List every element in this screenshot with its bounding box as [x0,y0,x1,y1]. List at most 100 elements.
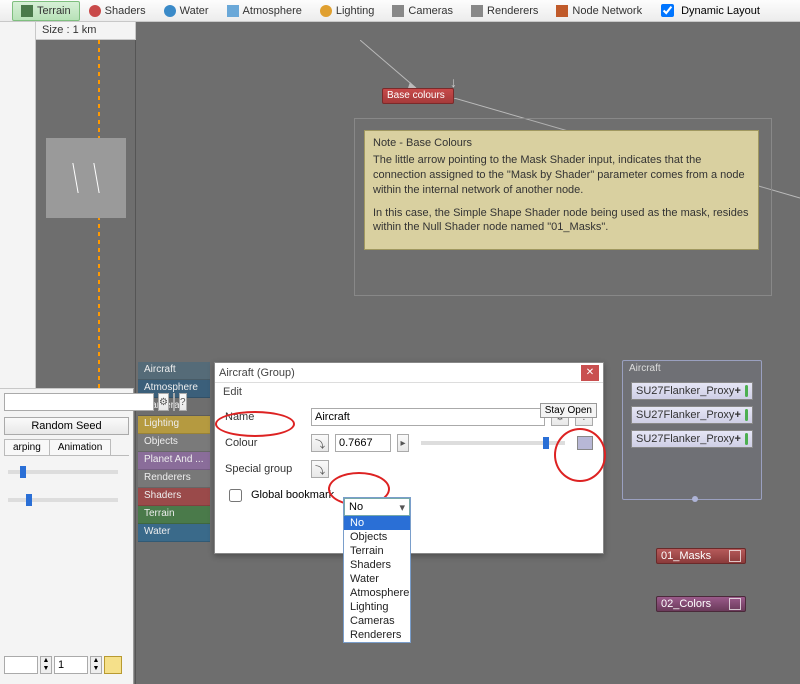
colour-slider-thumb[interactable] [543,437,549,449]
dialog-titlebar[interactable]: Aircraft (Group) ✕ [215,363,603,383]
node-output-port[interactable] [692,496,698,502]
toolbar-water[interactable]: Water [155,1,218,21]
expand-icon[interactable] [729,598,741,610]
global-bookmark-checkbox[interactable] [229,489,242,502]
bl-slider-1-thumb[interactable] [20,466,26,478]
dynamic-layout-label: Dynamic Layout [681,5,760,17]
tab-animation[interactable]: Animation [49,439,111,455]
spin-1-arrows[interactable]: ▲▼ [40,656,52,674]
cat-planet[interactable]: Planet And ... [138,452,210,470]
spin-controls: ▲▼ ▲▼ [4,656,122,674]
node-01-masks[interactable]: 01_Masks [656,548,746,564]
colour-spinner[interactable]: ▸ [397,434,409,452]
cat-terrain[interactable]: Terrain [138,506,210,524]
node-item-3-label: SU27Flanker_Proxy [636,433,734,445]
toolbar-lighting[interactable]: Lighting [311,1,384,21]
note-title: Note - Base Colours [373,137,750,149]
active-badge [745,409,748,421]
toolbar-terrain-label: Terrain [37,5,71,17]
node-item-1-label: SU27Flanker_Proxy [636,385,734,397]
global-bookmark-label: Global bookmark [251,489,334,501]
dropdown-opt-cameras[interactable]: Cameras [344,614,410,628]
menu-edit[interactable]: Edit [223,386,242,398]
colour-swatch[interactable] [577,436,593,450]
cat-renderers[interactable]: Renderers [138,470,210,488]
aircraft-group-dialog: Aircraft (Group) ✕ Edit Stay Open Name ⚙… [214,362,604,554]
toolbar-renderers-label: Renderers [487,5,538,17]
atmosphere-icon [227,5,239,17]
size-label: Size : 1 km [36,22,136,40]
spin-input-1[interactable] [4,656,38,674]
dialog-title: Aircraft (Group) [219,367,581,379]
category-list: Aircraft Atmosphere Cameras Lighting Obj… [138,362,210,542]
seed-help-button[interactable]: ? [179,393,187,411]
dropdown-opt-no[interactable]: No [344,516,410,530]
plus-icon[interactable]: + [734,433,740,445]
node-02-colors[interactable]: 02_Colors [656,596,746,612]
node-network-icon [556,5,568,17]
dropdown-opt-water[interactable]: Water [344,572,410,586]
toolbar-node-network[interactable]: Node Network [547,1,651,21]
top-toolbar: Terrain Shaders Water Atmosphere Lightin… [0,0,800,22]
bottom-left-panel: ⚙ ? Random Seed arping Animation ▲▼ ▲▼ [0,388,134,684]
toolbar-terrain[interactable]: Terrain [12,1,80,21]
node-item-3[interactable]: SU27Flanker_Proxy+ [631,430,753,448]
dropdown-opt-renderers[interactable]: Renderers [344,628,410,642]
aircraft-node-panel[interactable]: Aircraft SU27Flanker_Proxy+ SU27Flanker_… [622,360,762,500]
colour-curve-button[interactable]: ⤵ [311,434,329,452]
tab-warping[interactable]: arping [4,439,50,455]
node-base-colours[interactable]: Base colours [382,88,454,104]
colour-slider[interactable] [421,441,565,445]
random-seed-button[interactable]: Random Seed [4,417,129,435]
cat-lighting[interactable]: Lighting [138,416,210,434]
seed-blue-button[interactable] [173,393,175,411]
toolbar-node-network-label: Node Network [572,5,642,17]
special-group-dropdown[interactable]: No No Objects Terrain Shaders Water Atmo… [343,497,411,643]
yellow-action-button[interactable] [104,656,122,674]
node-item-1[interactable]: SU27Flanker_Proxy+ [631,382,753,400]
dynamic-layout-checkbox[interactable]: Dynamic Layout [657,1,760,20]
bl-tabs: arping Animation [4,439,129,456]
dropdown-opt-shaders[interactable]: Shaders [344,558,410,572]
special-curve-button[interactable]: ⤵ [311,460,329,478]
cat-water[interactable]: Water [138,524,210,542]
shader-icon [89,5,101,17]
cat-objects[interactable]: Objects [138,434,210,452]
dropdown-opt-atmosphere[interactable]: Atmosphere [344,586,410,600]
toolbar-cameras[interactable]: Cameras [383,1,462,21]
preview-thumbnail[interactable] [46,138,126,218]
seed-input[interactable] [4,393,154,411]
toolbar-shaders[interactable]: Shaders [80,1,155,21]
dropdown-opt-terrain[interactable]: Terrain [344,544,410,558]
node-01-masks-label: 01_Masks [661,550,711,562]
lighting-icon [320,5,332,17]
special-group-label: Special group [225,463,305,475]
plus-icon[interactable]: + [734,409,740,421]
dynamic-layout-input[interactable] [661,4,674,17]
cat-shaders[interactable]: Shaders [138,488,210,506]
expand-icon[interactable] [729,550,741,562]
bl-slider-2[interactable] [8,498,118,502]
bl-slider-2-thumb[interactable] [26,494,32,506]
plus-icon[interactable]: + [734,385,740,397]
spin-input-2[interactable] [54,656,88,674]
node-item-2[interactable]: SU27Flanker_Proxy+ [631,406,753,424]
name-label: Name [225,411,305,423]
toolbar-atmosphere[interactable]: Atmosphere [218,1,311,21]
stay-open-button[interactable]: Stay Open [540,403,597,418]
toolbar-lighting-label: Lighting [336,5,375,17]
dropdown-options: No Objects Terrain Shaders Water Atmosph… [344,516,410,642]
toolbar-cameras-label: Cameras [408,5,453,17]
dropdown-selected[interactable]: No [344,498,410,516]
note-paragraph-2: In this case, the Simple Shape Shader no… [373,206,750,236]
bl-slider-1[interactable] [8,470,118,474]
dropdown-opt-lighting[interactable]: Lighting [344,600,410,614]
name-input[interactable] [311,408,545,426]
colour-value-input[interactable] [335,434,391,452]
cat-aircraft[interactable]: Aircraft [138,362,210,380]
spin-2-arrows[interactable]: ▲▼ [90,656,102,674]
dropdown-opt-objects[interactable]: Objects [344,530,410,544]
toolbar-renderers[interactable]: Renderers [462,1,547,21]
close-button[interactable]: ✕ [581,365,599,381]
seed-gear-button[interactable]: ⚙ [158,393,169,411]
